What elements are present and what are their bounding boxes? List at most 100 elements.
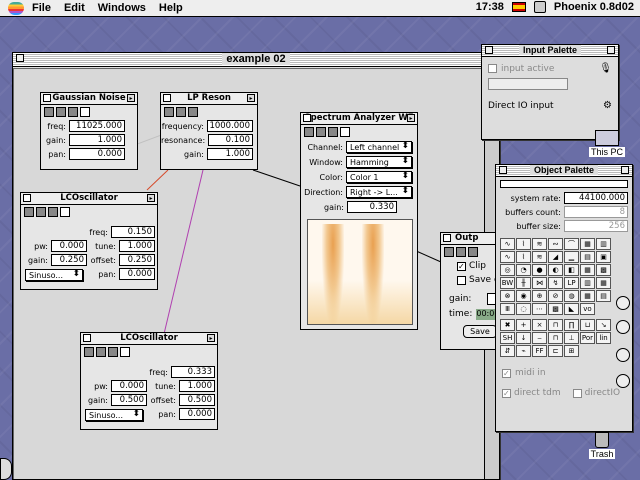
sample-hold-icon[interactable]: SH — [500, 332, 515, 344]
object-icon[interactable]: ⊘ — [548, 290, 563, 302]
object-icon[interactable]: ▦ — [580, 264, 595, 276]
arrow-down-icon[interactable]: ↓ — [516, 332, 531, 344]
object-icon[interactable]: ◣ — [564, 303, 579, 315]
object-checkbox[interactable] — [23, 194, 31, 202]
object-icon[interactable]: ⊕ — [532, 290, 547, 302]
object-icon[interactable]: ▁ — [564, 251, 579, 263]
resonance-field[interactable]: 0.100 — [208, 134, 253, 146]
tool-icon[interactable] — [44, 107, 54, 117]
tool-icon[interactable] — [60, 207, 70, 217]
object-icon[interactable]: ▥ — [580, 277, 595, 289]
gain-field[interactable]: 1.000 — [69, 134, 125, 146]
system-rate-field[interactable]: 44100.000 — [564, 192, 628, 204]
object-icon[interactable]: ● — [532, 264, 547, 276]
save-button[interactable]: Save — [463, 325, 497, 338]
object-icon[interactable]: ⋯ — [532, 303, 547, 315]
object-icon[interactable]: ⊗ — [500, 290, 515, 302]
object-icon[interactable]: ▦ — [580, 238, 595, 250]
tool-icon[interactable] — [444, 247, 454, 257]
object-icon[interactable]: ◢ — [548, 251, 563, 263]
midi-in-checkbox[interactable]: ✓ — [502, 368, 511, 378]
object-palette-titlebar[interactable]: Object Palette — [496, 165, 632, 177]
object-menu-icon[interactable]: ▸ — [127, 94, 135, 102]
microphone-icon[interactable]: 🎙 — [599, 63, 612, 74]
object-icon[interactable]: ◔ — [516, 264, 531, 276]
lcoscillator-2-object[interactable]: LCOscillator ▸ freq: 0.333 pw: 0.000 tune: 1… — [80, 332, 218, 430]
desktop-icon-this-pc[interactable]: This PC — [584, 130, 630, 157]
direction-popup[interactable]: Right -> L... — [346, 186, 412, 198]
offset-field[interactable]: 0.500 — [179, 394, 215, 406]
object-icon[interactable]: ⌇ — [516, 251, 531, 263]
object-icon[interactable]: ▩ — [596, 264, 611, 276]
object-menu-icon[interactable]: ▸ — [247, 94, 255, 102]
object-icon[interactable]: ↘ — [596, 319, 611, 331]
desktop-icon-trash[interactable]: Trash — [584, 432, 620, 459]
tool-icon[interactable] — [316, 127, 326, 137]
object-icon[interactable]: ◍ — [564, 290, 579, 302]
object-icon[interactable]: ⊔ — [580, 319, 595, 331]
tool-icon[interactable] — [468, 247, 478, 257]
object-icon[interactable]: ▦ — [580, 290, 595, 302]
object-icon[interactable]: ▤ — [580, 251, 595, 263]
menu-edit[interactable]: Edit — [64, 2, 85, 14]
freq-field[interactable]: 0.333 — [171, 366, 215, 378]
menu-windows[interactable]: Windows — [98, 2, 146, 14]
object-icon[interactable]: ▣ — [596, 251, 611, 263]
object-icon[interactable]: ◐ — [548, 264, 563, 276]
tool-icon[interactable] — [24, 207, 34, 217]
object-icon[interactable]: ⌇ — [516, 238, 531, 250]
tool-icon[interactable] — [36, 207, 46, 217]
lcoscillator-1-object[interactable]: LCOscillator ▸ freq: 0.150 pw: 0.000 tune: 1… — [20, 192, 158, 290]
object-icon[interactable]: ◧ — [564, 264, 579, 276]
gaussian-noise-object[interactable]: Gaussian Noise ▸ freq: 11025.000 gain: 1.00… — [40, 92, 138, 170]
lp-reson-icon[interactable]: LP — [564, 277, 579, 289]
object-icon[interactable]: ▤ — [596, 290, 611, 302]
tool-icon[interactable] — [108, 347, 118, 357]
object-icon[interactable]: ≋ — [532, 251, 547, 263]
object-checkbox[interactable] — [163, 94, 171, 102]
tool-icon[interactable] — [56, 107, 66, 117]
clip-checkbox[interactable]: ✓ — [457, 261, 466, 271]
main-window-titlebar[interactable]: example 02 — [13, 53, 499, 67]
window-popup[interactable]: Hamming — [346, 156, 412, 168]
freq-field[interactable]: 11025.000 — [69, 120, 125, 132]
pw-field[interactable]: 0.000 — [111, 380, 147, 392]
linear-icon[interactable]: lin — [596, 332, 611, 344]
object-icon[interactable]: BW — [500, 277, 515, 289]
offset-field[interactable]: 0.250 — [119, 254, 155, 266]
pan-field[interactable]: 0.000 — [69, 148, 125, 160]
desktop-disk-icon[interactable] — [616, 320, 630, 334]
tune-field[interactable]: 1.000 — [179, 380, 215, 392]
tool-icon[interactable] — [340, 127, 350, 137]
multiply-icon[interactable]: × — [532, 319, 547, 331]
object-menu-icon[interactable]: ▸ — [407, 114, 415, 122]
close-box[interactable] — [499, 166, 507, 174]
object-icon[interactable]: ≋ — [532, 238, 547, 250]
tool-icon[interactable] — [84, 347, 94, 357]
gain-field[interactable]: 0.330 — [347, 201, 397, 213]
spectrum-analyzer-object[interactable]: Spectrum Analyzer WF ▸ Channel: Left chann… — [300, 112, 418, 330]
object-icon[interactable]: ∿ — [500, 238, 515, 250]
object-icon[interactable]: ⊞ — [564, 345, 579, 357]
object-icon[interactable]: ▥ — [596, 238, 611, 250]
object-icon[interactable]: ∿ — [500, 251, 515, 263]
gain-field[interactable]: 1.000 — [207, 148, 253, 160]
save-checkbox[interactable] — [457, 275, 466, 285]
object-icon[interactable]: ✖ — [500, 319, 515, 331]
object-icon[interactable]: ◌ — [516, 303, 531, 315]
input-palette-titlebar[interactable]: Input Palette — [482, 45, 618, 57]
tool-icon[interactable] — [328, 127, 338, 137]
desktop-disk-icon[interactable] — [616, 348, 630, 362]
output-object[interactable]: Outp ✓ Clip Save d gain: time: 00:00 Save — [440, 232, 500, 350]
close-box[interactable] — [16, 54, 24, 62]
buffers-count-field[interactable]: 8 — [564, 206, 628, 218]
tool-icon[interactable] — [456, 247, 466, 257]
lp-reson-object[interactable]: LP Reson ▸ frequency: 1000.000 resonance: 0… — [160, 92, 258, 170]
input-active-checkbox[interactable] — [488, 64, 497, 73]
pan-field[interactable]: 0.000 — [179, 408, 215, 420]
waveform-popup[interactable]: Sinuso... — [85, 409, 143, 421]
tool-icon[interactable] — [188, 107, 198, 117]
keyboard-layout-flag-icon[interactable] — [511, 2, 526, 12]
desktop-disk-icon[interactable] — [616, 296, 630, 310]
object-icon[interactable]: ╫ — [516, 277, 531, 289]
